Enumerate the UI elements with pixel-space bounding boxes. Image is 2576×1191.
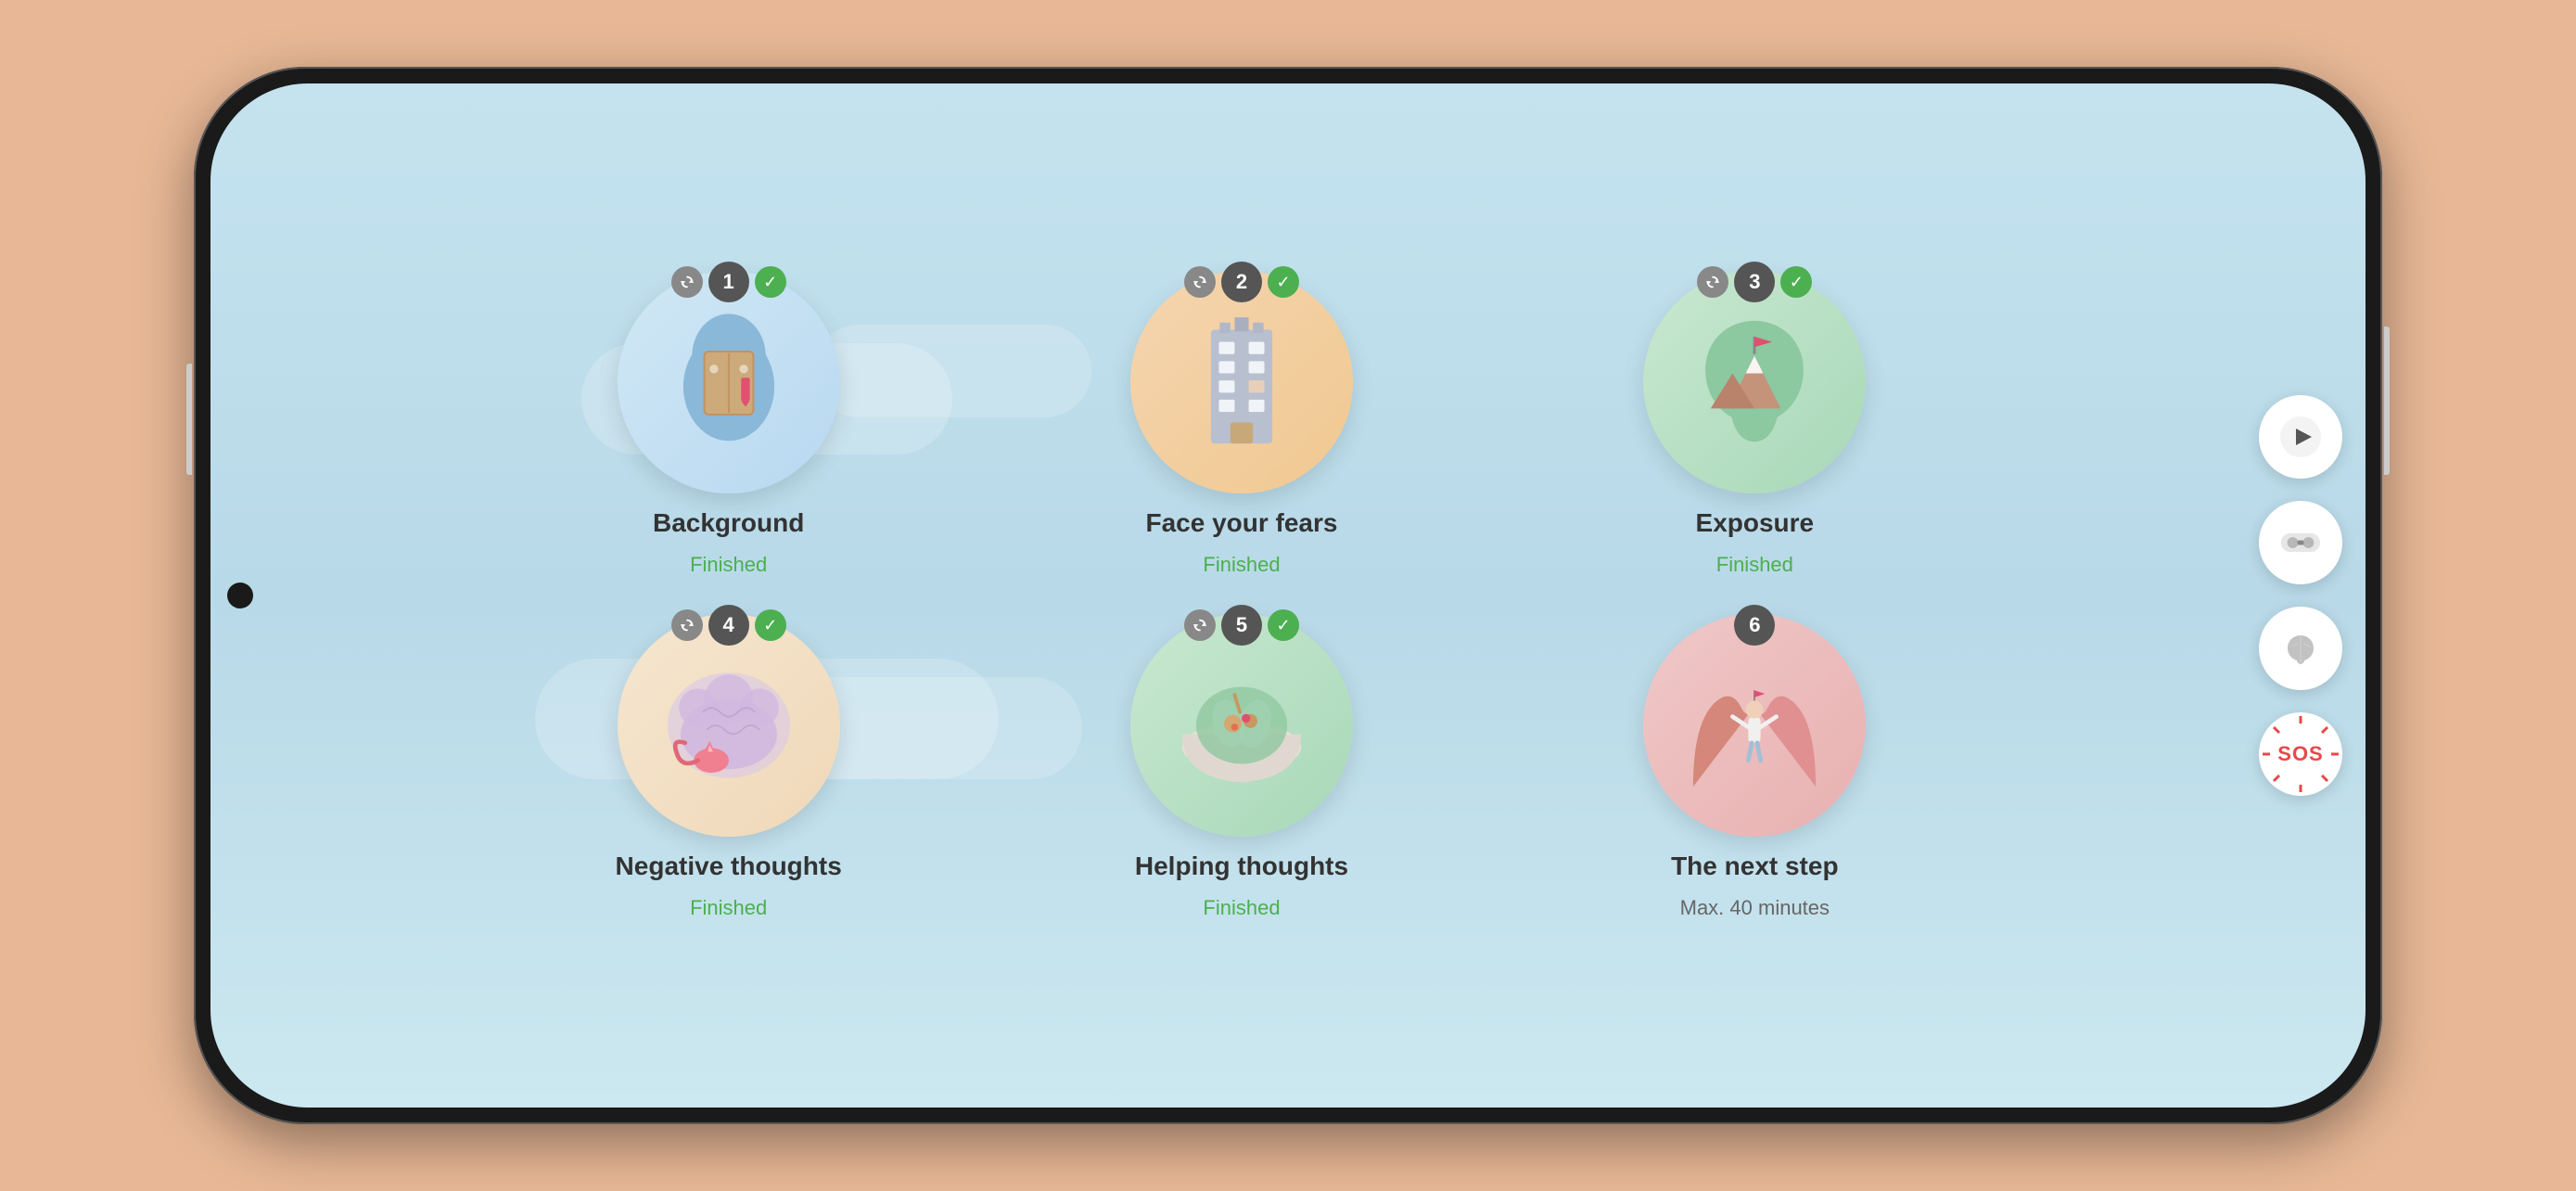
- module-badge-1: 1✓: [671, 262, 786, 302]
- refresh-icon-3: [1697, 266, 1728, 298]
- module-badge-6: 6: [1734, 605, 1775, 646]
- module-grid: 1✓ Background Finished: [500, 271, 1983, 920]
- module-badge-2: 2✓: [1184, 262, 1299, 302]
- module-circle-4: 4✓: [618, 614, 840, 837]
- module-status-3: Finished: [1716, 553, 1793, 577]
- module-item-6[interactable]: 6 The next stepMax. 4: [1526, 614, 1983, 920]
- module-item-3[interactable]: 3✓ Exposure Finished: [1526, 271, 1983, 577]
- check-icon-4: ✓: [755, 609, 786, 641]
- phone-notch: [227, 583, 253, 608]
- module-status-6: Max. 40 minutes: [1680, 896, 1830, 920]
- module-item-2[interactable]: 2✓ Face your: [1013, 271, 1470, 577]
- check-icon-5: ✓: [1268, 609, 1299, 641]
- module-item-4[interactable]: 4✓ Negative thoughts Finished: [500, 614, 957, 920]
- module-badge-5: 5✓: [1184, 605, 1299, 646]
- main-content: 1✓ BackgroundFinished: [210, 83, 2236, 1108]
- module-item-5[interactable]: 5✓ Helping thoughts Finished: [1013, 614, 1470, 920]
- module-number-4: 4: [708, 605, 749, 646]
- module-number-5: 5: [1221, 605, 1262, 646]
- check-icon-3: ✓: [1780, 266, 1812, 298]
- brain-button[interactable]: [2259, 607, 2342, 690]
- phone-screen: 1✓ BackgroundFinished: [210, 83, 2366, 1108]
- module-circle-2: 2✓: [1130, 271, 1353, 493]
- phone-frame: 1✓ BackgroundFinished: [194, 67, 2382, 1124]
- module-illustration-1: [618, 271, 840, 493]
- module-number-6: 6: [1734, 605, 1775, 646]
- module-illustration-5: [1130, 614, 1353, 837]
- module-title-2: Face your fears: [1145, 508, 1337, 538]
- module-item-1[interactable]: 1✓ Background Finished: [500, 271, 957, 577]
- refresh-icon-2: [1184, 266, 1216, 298]
- module-title-5: Helping thoughts: [1135, 852, 1348, 881]
- module-illustration-4: [618, 614, 840, 837]
- module-number-3: 3: [1734, 262, 1775, 302]
- module-circle-5: 5✓: [1130, 614, 1353, 837]
- play-button[interactable]: [2259, 395, 2342, 479]
- module-title-3: Exposure: [1696, 508, 1815, 538]
- module-illustration-3: [1643, 271, 1866, 493]
- module-title-1: Background: [653, 508, 804, 538]
- check-icon-1: ✓: [755, 266, 786, 298]
- module-illustration-2: [1130, 271, 1353, 493]
- sos-button[interactable]: SOS: [2259, 712, 2342, 796]
- refresh-icon-1: [671, 266, 703, 298]
- module-status-2: Finished: [1203, 553, 1280, 577]
- module-status-1: Finished: [690, 553, 767, 577]
- module-status-4: Finished: [690, 896, 767, 920]
- module-number-2: 2: [1221, 262, 1262, 302]
- sidebar: SOS: [2236, 83, 2366, 1108]
- module-title-4: Negative thoughts: [616, 852, 842, 881]
- module-title-6: The next step: [1671, 852, 1838, 881]
- refresh-icon-4: [671, 609, 703, 641]
- refresh-icon-5: [1184, 609, 1216, 641]
- vr-button[interactable]: [2259, 501, 2342, 584]
- module-badge-4: 4✓: [671, 605, 786, 646]
- module-circle-3: 3✓: [1643, 271, 1866, 493]
- check-icon-2: ✓: [1268, 266, 1299, 298]
- module-circle-1: 1✓: [618, 271, 840, 493]
- module-badge-3: 3✓: [1697, 262, 1812, 302]
- module-status-5: Finished: [1203, 896, 1280, 920]
- module-number-1: 1: [708, 262, 749, 302]
- module-illustration-6: [1643, 614, 1866, 837]
- module-circle-6: 6: [1643, 614, 1866, 837]
